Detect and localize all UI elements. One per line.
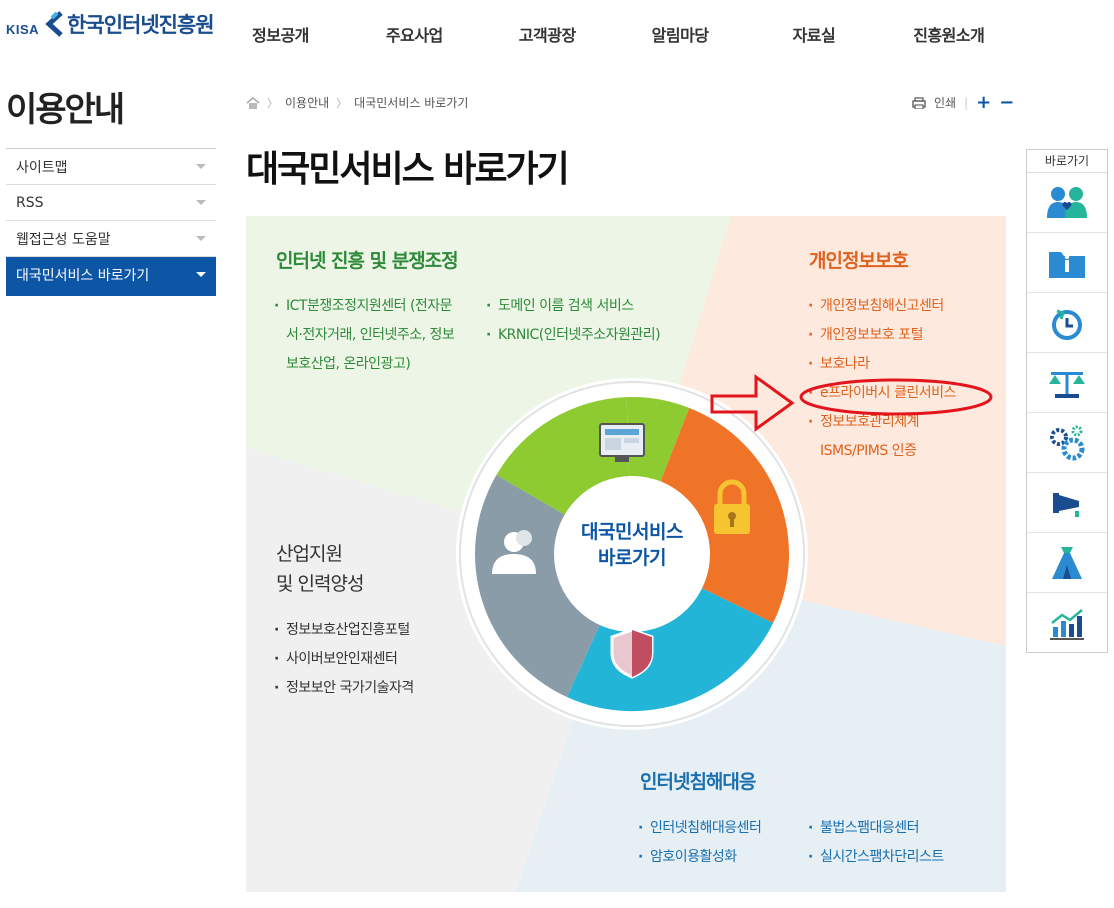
- chevron-down-icon: [196, 272, 206, 277]
- sidebar-item-label: 사이트맵: [16, 159, 68, 176]
- quick-link-megaphone[interactable]: [1027, 473, 1107, 533]
- breadcrumb-separator: 〉: [336, 96, 348, 110]
- page-title: 대국민서비스 바로가기: [246, 149, 570, 190]
- print-button[interactable]: 인쇄: [934, 94, 956, 111]
- divider: |: [964, 95, 969, 110]
- logo-kisa-text: KISA: [6, 21, 40, 37]
- printer-icon[interactable]: [912, 96, 926, 109]
- sidebar-item-accessibility[interactable]: 웹접근성 도움말: [6, 221, 216, 257]
- sidebar-title: 이용안내: [6, 90, 125, 130]
- sidebar-item-label: 웹접근성 도움말: [16, 231, 111, 248]
- quick-link-money[interactable]: [1027, 533, 1107, 593]
- sidebar-item-public-services[interactable]: 대국민서비스 바로가기: [6, 257, 216, 292]
- breadcrumb: 〉 이용안내 〉 대국민서비스 바로가기: [246, 94, 468, 111]
- shield-icon: [610, 628, 654, 679]
- quick-link-gears[interactable]: [1027, 413, 1107, 473]
- list-item[interactable]: 암호이용활성화: [638, 843, 761, 872]
- list-item[interactable]: 불법스팸대응센터: [808, 814, 944, 843]
- monitor-icon: [599, 423, 645, 462]
- list-item[interactable]: 도메인 이름 검색 서비스: [486, 292, 660, 321]
- quick-link-info[interactable]: [1027, 233, 1107, 293]
- response-list-1: 인터넷침해대응센터 암호이용활성화: [638, 814, 762, 872]
- sidebar-menu: 사이트맵 RSS 웹접근성 도움말 대국민서비스 바로가기: [6, 148, 216, 296]
- sidebar-item-label: 대국민서비스 바로가기: [16, 267, 150, 284]
- home-icon[interactable]: [246, 96, 260, 109]
- people-icon: [1047, 186, 1087, 218]
- gnb-item-notice[interactable]: 알림마당: [652, 22, 709, 46]
- chevron-down-icon: [196, 200, 206, 205]
- breadcrumb-item[interactable]: 이용안내: [285, 94, 329, 111]
- zoom-out-button[interactable]: −: [999, 93, 1014, 111]
- quick-link-chart[interactable]: [1027, 593, 1107, 652]
- sidebar-item-sitemap[interactable]: 사이트맵: [6, 149, 216, 185]
- center-line2: 바로가기: [598, 547, 666, 569]
- quick-link-people[interactable]: [1027, 173, 1107, 233]
- list-item[interactable]: KRNIC(인터넷주소자원관리): [486, 321, 661, 350]
- list-item[interactable]: 정보보안 국가기술자격: [274, 674, 414, 703]
- megaphone-icon: [1053, 492, 1079, 517]
- internet-list-1: ICT분쟁조정지원센터 (전자문서·전자거래, 인터넷주소, 정보보호산업, 온…: [274, 292, 484, 379]
- section-title-internet: 인터넷 진흥 및 분쟁조정: [276, 250, 459, 272]
- gnb-item-customer[interactable]: 고객광장: [519, 22, 576, 46]
- global-nav: 정보공개 주요사업 고객광장 알림마당 자료실 진흥원소개: [250, 22, 985, 46]
- list-item[interactable]: 인터넷침해대응센터: [638, 814, 762, 843]
- gnb-item-about[interactable]: 진흥원소개: [913, 22, 985, 46]
- gnb-item-business[interactable]: 주요사업: [386, 22, 443, 46]
- sidebar-item-label: RSS: [16, 194, 44, 211]
- money-bag-icon: [1052, 546, 1082, 579]
- scale-icon: [1049, 371, 1085, 398]
- quick-link-timer[interactable]: [1027, 293, 1107, 353]
- gnb-item-library[interactable]: 자료실: [793, 22, 836, 46]
- page-tools: 인쇄 | + −: [912, 93, 1014, 111]
- quick-link-scale[interactable]: [1027, 353, 1107, 413]
- active-underbar: [6, 292, 216, 296]
- kisa-logo[interactable]: KISA 한국인터넷진흥원: [6, 6, 215, 42]
- sidebar-item-rss[interactable]: RSS: [6, 185, 216, 221]
- service-map: 대국민서비스 바로가기 인터넷 진흥 및 분쟁조정 ICT분쟁조정지원센터 (전…: [246, 216, 1006, 892]
- center-line1: 대국민서비스: [581, 521, 683, 543]
- info-folder-icon: [1049, 251, 1085, 278]
- donut-center-label[interactable]: 대국민서비스 바로가기: [556, 519, 708, 571]
- section-title-response: 인터넷침해대응: [640, 771, 756, 793]
- quick-links-title: 바로가기: [1027, 150, 1107, 173]
- gnb-item-disclosure[interactable]: 정보공개: [252, 22, 309, 46]
- chevron-down-icon: [196, 164, 206, 169]
- list-item[interactable]: 정보보호산업진흥포털: [274, 616, 414, 645]
- logo-mark-icon: [45, 11, 63, 37]
- chevron-down-icon: [196, 236, 206, 241]
- industry-list: 정보보호산업진흥포털 사이버보안인재센터 정보보안 국가기술자격: [274, 616, 414, 703]
- list-item[interactable]: 사이버보안인재센터: [274, 645, 414, 674]
- internet-list-2: 도메인 이름 검색 서비스 KRNIC(인터넷주소자원관리): [486, 292, 661, 350]
- highlight-annotation: [710, 374, 993, 432]
- list-item[interactable]: 개인정보보호 포털: [808, 321, 956, 350]
- growth-chart-icon: [1050, 608, 1084, 640]
- list-item[interactable]: 실시간스팸차단리스트: [808, 843, 944, 872]
- list-item[interactable]: 개인정보침해신고센터: [808, 292, 956, 321]
- timer-icon: [1052, 309, 1082, 340]
- gears-icon: [1050, 425, 1085, 460]
- zoom-in-button[interactable]: +: [976, 93, 991, 111]
- section-title-industry: 산업지원 및 인력양성: [276, 543, 364, 595]
- list-item[interactable]: ICT분쟁조정지원센터 (전자문서·전자거래, 인터넷주소, 정보보호산업, 온…: [274, 292, 484, 379]
- logo-name: 한국인터넷진흥원: [67, 13, 215, 37]
- quick-links-panel: 바로가기: [1026, 149, 1108, 653]
- response-list-2: 불법스팸대응센터 실시간스팸차단리스트: [808, 814, 944, 872]
- breadcrumb-current: 대국민서비스 바로가기: [354, 96, 469, 110]
- breadcrumb-separator: 〉: [267, 96, 278, 110]
- section-title-privacy: 개인정보보호: [809, 250, 909, 272]
